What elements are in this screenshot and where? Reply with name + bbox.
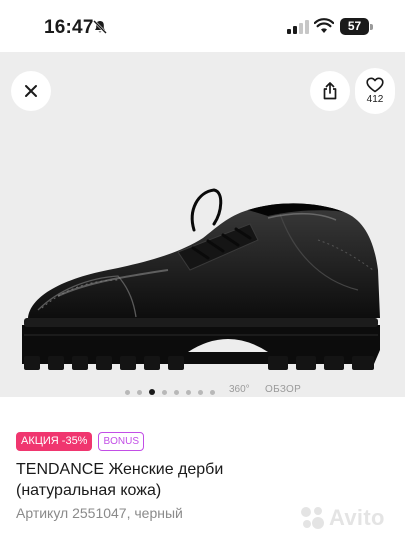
battery-icon: 57 (340, 18, 369, 35)
favorite-button[interactable]: 412 (355, 68, 395, 114)
avito-logo-icon (301, 507, 324, 529)
carousel-dot[interactable] (137, 389, 142, 395)
view-360-button[interactable]: 360° (229, 384, 250, 395)
share-icon (323, 82, 337, 100)
carousel-dot-active[interactable] (149, 389, 155, 395)
battery-level: 57 (347, 19, 362, 33)
carousel-dot[interactable] (174, 389, 179, 395)
favorites-count: 412 (366, 94, 384, 105)
status-time: 16:47 (44, 17, 94, 38)
sale-badge: АКЦИЯ -35% (16, 432, 93, 451)
share-button[interactable] (310, 71, 350, 111)
close-button[interactable] (11, 71, 51, 111)
carousel-dot[interactable] (162, 389, 167, 395)
bell-slash-icon (93, 20, 107, 34)
product-article: Артикул 2551047, черный (16, 505, 183, 521)
cellular-signal-icon (287, 20, 309, 34)
avito-watermark-text: Avito (329, 505, 385, 530)
product-badges: АКЦИЯ -35% BONUS (16, 432, 145, 451)
heart-icon (366, 77, 384, 93)
carousel-dot[interactable] (198, 389, 203, 395)
status-bar: 16:47 57 (0, 0, 405, 52)
carousel-dot[interactable] (210, 389, 215, 395)
carousel-dot[interactable] (125, 389, 130, 395)
product-photo[interactable] (18, 120, 388, 380)
carousel-dots[interactable] (125, 387, 222, 397)
bonus-badge: BONUS (98, 432, 145, 451)
close-icon (25, 85, 37, 97)
product-gallery[interactable]: 412 (0, 52, 405, 397)
battery-tip (370, 24, 373, 30)
avito-watermark: Avito (299, 505, 385, 531)
product-title: TENDANCE Женские дерби (натуральная кожа… (16, 461, 224, 499)
overview-button[interactable]: ОБЗОР (265, 384, 301, 395)
carousel-dot[interactable] (186, 389, 191, 395)
wifi-icon (314, 18, 334, 33)
